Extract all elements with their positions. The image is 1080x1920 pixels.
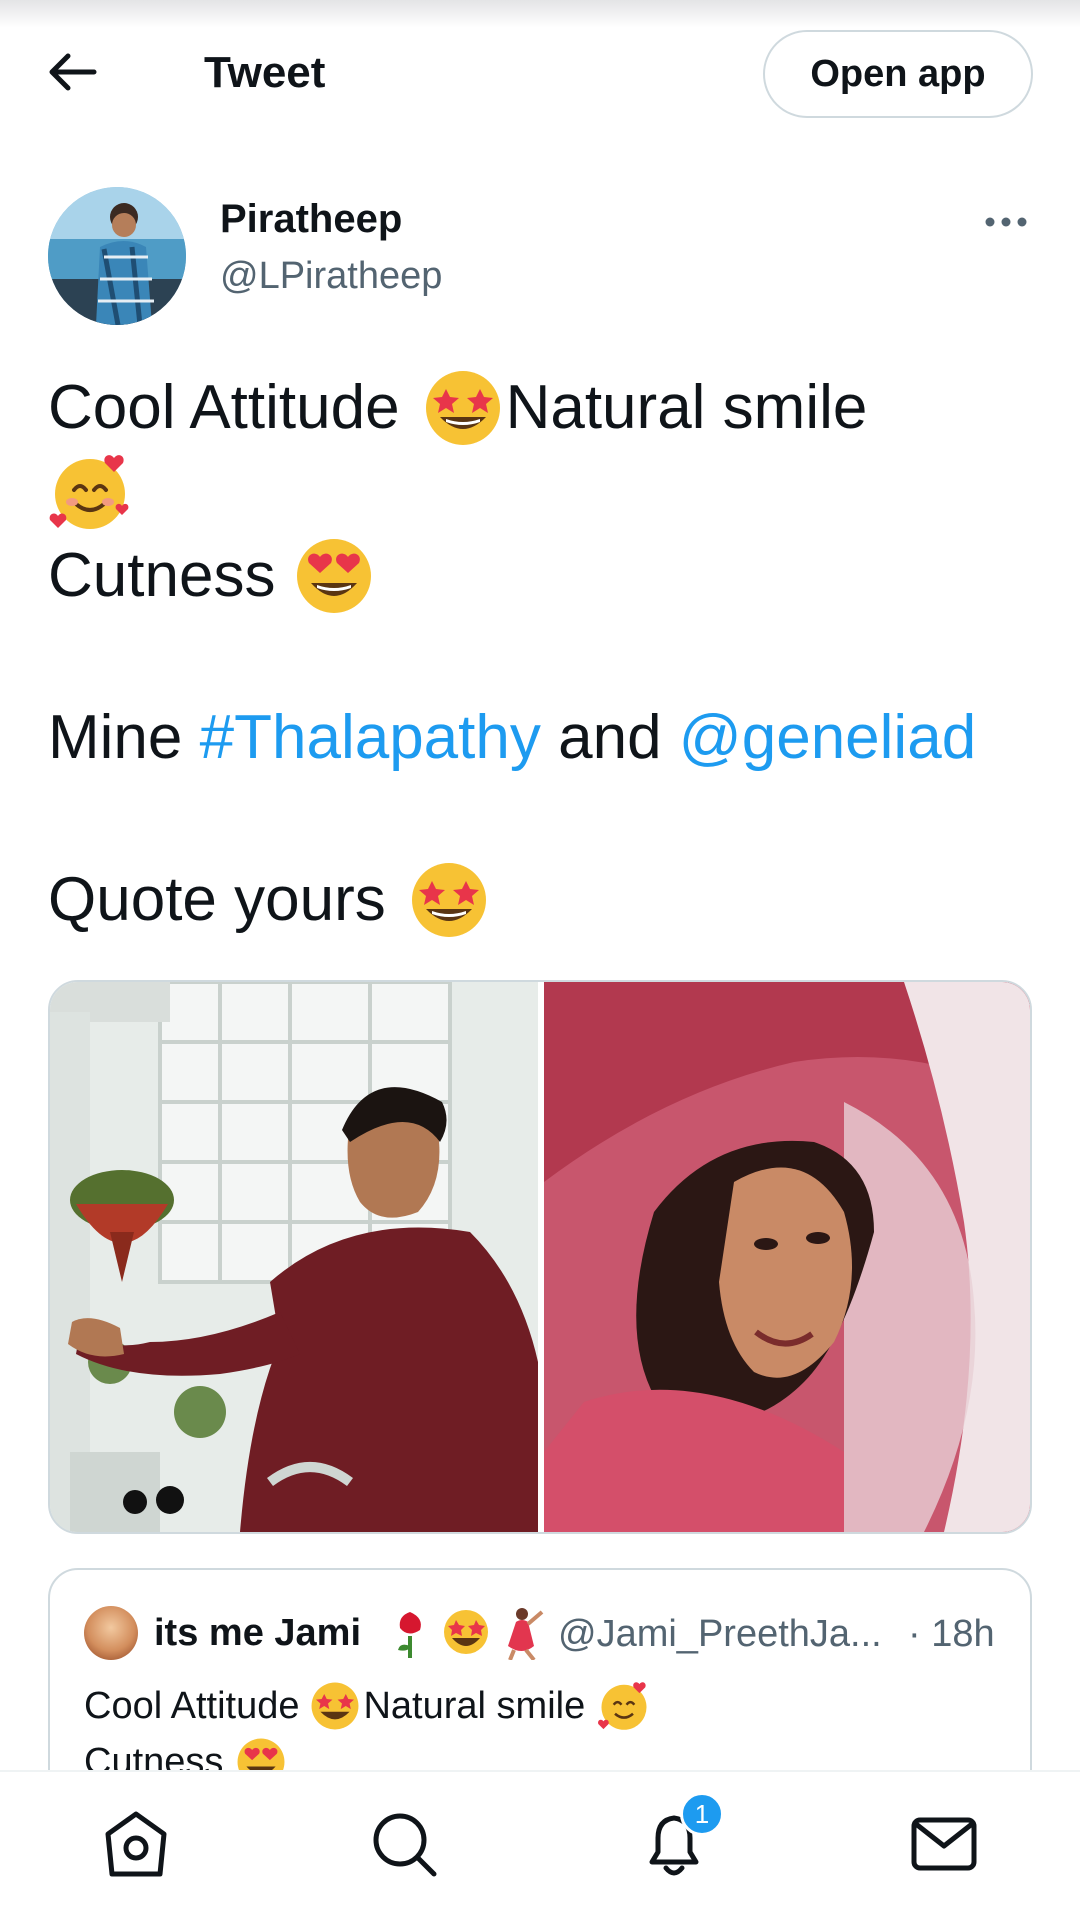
back-arrow-icon[interactable] <box>46 50 98 94</box>
tweet-text-segment: and <box>558 703 662 772</box>
tweet-media <box>48 980 1032 1534</box>
smiling-face-with-hearts-emoji-icon <box>598 1682 647 1730</box>
quoted-text-segment: Natural smile <box>363 1685 586 1727</box>
tweet-text-segment: Mine <box>48 703 183 772</box>
avatar[interactable] <box>48 187 186 325</box>
dancer-emoji-icon <box>508 1608 544 1662</box>
search-icon[interactable] <box>368 1808 440 1880</box>
smiling-face-with-hearts-emoji-icon <box>49 455 129 529</box>
star-struck-emoji-icon <box>425 371 500 445</box>
mention-link[interactable]: @geneliad <box>679 696 976 780</box>
author-handle[interactable]: @LPiratheep <box>220 254 442 298</box>
messages-icon[interactable] <box>908 1808 980 1880</box>
star-struck-emoji-icon <box>411 863 486 937</box>
star-struck-emoji-icon <box>312 1682 359 1730</box>
bottom-navigation: 1 <box>0 1770 1080 1920</box>
tweet-text: Cool Attitude Natural smile Cutness Mine… <box>48 366 1038 942</box>
star-struck-emoji-icon <box>444 1610 488 1654</box>
open-app-button[interactable]: Open app <box>763 30 1033 118</box>
rose-emoji-icon <box>398 1612 421 1658</box>
quoted-name-emojis <box>390 1604 550 1662</box>
status-bar-shadow <box>0 0 1080 28</box>
more-icon[interactable] <box>982 208 1030 236</box>
quoted-timestamp: · 18h <box>908 1613 995 1655</box>
tweet-text-segment: Natural smile <box>505 373 868 442</box>
quoted-avatar <box>84 1606 138 1660</box>
author-name[interactable]: Piratheep <box>220 196 402 242</box>
heart-eyes-emoji-icon <box>297 539 372 613</box>
tweet-text-segment: Cool Attitude <box>48 373 400 442</box>
home-icon[interactable] <box>100 1808 172 1880</box>
tweet-page: Tweet Open app Piratheep @LPiratheep Coo… <box>0 0 1080 1920</box>
page-title: Tweet <box>204 48 326 97</box>
media-photo-right[interactable] <box>544 982 1030 1532</box>
tweet-text-segment: Cutness <box>48 541 276 610</box>
quoted-author-handle: @Jami_PreethJa... <box>558 1613 882 1655</box>
quoted-text-segment: Cool Attitude <box>84 1685 300 1727</box>
tweet-text-segment: Quote yours <box>48 865 386 934</box>
quoted-author-name: its me Jami <box>154 1612 361 1654</box>
hashtag-link[interactable]: #Thalapathy <box>200 696 541 780</box>
header: Tweet Open app <box>0 28 1080 118</box>
notification-badge: 1 <box>680 1792 724 1836</box>
media-photo-left[interactable] <box>50 982 538 1532</box>
